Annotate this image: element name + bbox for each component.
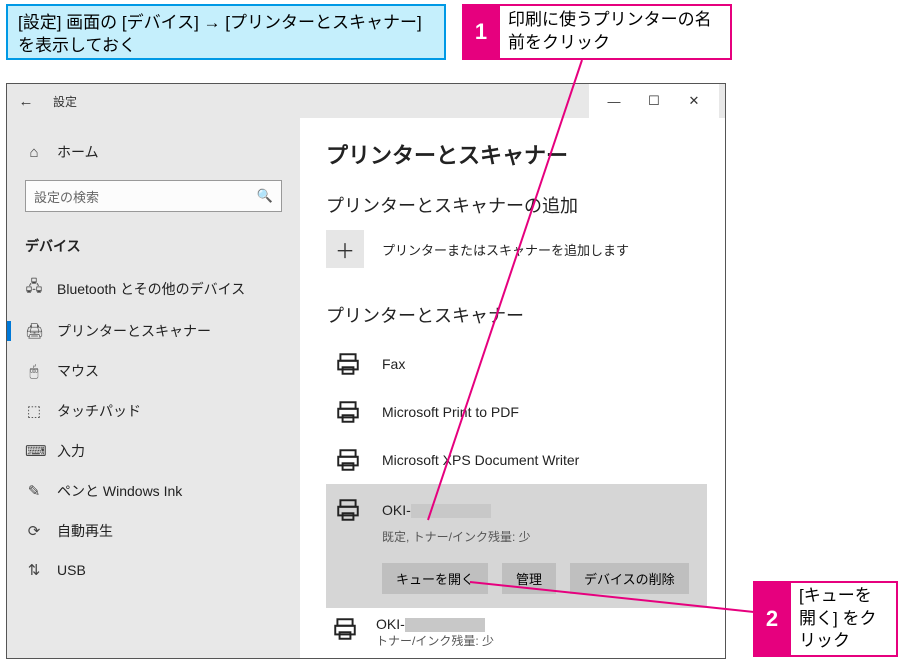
bluetooth-icon: 🖧 (25, 276, 43, 301)
sidebar-item-label: ペンと Windows Ink (57, 481, 182, 501)
callout-step2: 2 [キューを開く] をクリック (753, 581, 898, 657)
sidebar-item-printers[interactable]: 🖨 プリンターとスキャナー (7, 311, 300, 351)
printer-action-row: キューを開く 管理 デバイスの削除 (382, 563, 701, 594)
callout-prep: [設定] 画面の [デバイス] → [プリンターとスキャナー] を表示しておく (6, 4, 446, 60)
main-pane: プリンターとスキャナー プリンターとスキャナーの追加 ＋ プリンターまたはスキャ… (300, 118, 725, 658)
sidebar-item-label: USB (57, 562, 86, 578)
add-button[interactable]: ＋ (326, 230, 364, 268)
sidebar-item-label: 自動再生 (57, 521, 113, 541)
printer-name: OKI- (376, 616, 494, 632)
printer-icon (332, 444, 364, 476)
back-button[interactable]: ← (13, 93, 39, 110)
sidebar: ⌂ ホーム 設定の検索 🔍 デバイス 🖧 Bluetooth とその他のデバイス… (7, 118, 300, 658)
sidebar-group-devices: デバイス (7, 226, 300, 266)
plus-icon: ＋ (335, 235, 355, 264)
sidebar-item-label: プリンターとスキャナー (57, 321, 211, 341)
maximize-button[interactable]: ☐ (637, 93, 671, 109)
sidebar-item-touchpad[interactable]: ⬚ タッチパッド (7, 391, 300, 431)
printer-name: OKI- (382, 502, 491, 518)
printer-name-prefix: OKI- (376, 616, 405, 632)
callout-step1-num: 1 (462, 4, 500, 60)
sidebar-item-label: マウス (57, 361, 99, 381)
page-title: プリンターとスキャナー (326, 138, 707, 170)
printer-status: トナー/インク残量: 少 (376, 632, 494, 649)
printer-status: 既定, トナー/インク残量: 少 (382, 528, 701, 545)
keyboard-icon: ⌨ (25, 442, 43, 460)
add-printer-row[interactable]: ＋ プリンターまたはスキャナーを追加します (326, 230, 707, 268)
sidebar-item-label: 入力 (57, 441, 85, 461)
window-body: ⌂ ホーム 設定の検索 🔍 デバイス 🖧 Bluetooth とその他のデバイス… (7, 118, 725, 658)
usb-icon: ⇅ (25, 561, 43, 579)
printer-item-oki-last[interactable]: OKI- トナー/インク残量: 少 (326, 608, 707, 649)
printer-name: Microsoft XPS Document Writer (382, 452, 579, 468)
section-add-heading: プリンターとスキャナーの追加 (326, 192, 707, 218)
mouse-icon: 🖱 (25, 363, 43, 380)
window-title: 設定 (53, 93, 77, 110)
sidebar-item-bluetooth[interactable]: 🖧 Bluetooth とその他のデバイス (7, 266, 300, 311)
home-icon: ⌂ (25, 144, 43, 161)
pen-icon: ✎ (25, 482, 43, 500)
printer-icon (332, 348, 364, 380)
add-printer-label: プリンターまたはスキャナーを追加します (382, 240, 629, 259)
callout-step2-num: 2 (753, 581, 791, 657)
open-queue-button[interactable]: キューを開く (382, 563, 488, 594)
sidebar-item-label: タッチパッド (57, 401, 141, 421)
printer-icon (332, 396, 364, 428)
printer-icon (332, 616, 358, 645)
touchpad-icon: ⬚ (25, 402, 43, 420)
printer-item-oki-selected[interactable]: OKI- 既定, トナー/インク残量: 少 キューを開く 管理 デバイスの削除 (326, 484, 707, 608)
sidebar-item-label: Bluetooth とその他のデバイス (57, 279, 245, 299)
printer-item-pdf[interactable]: Microsoft Print to PDF (326, 388, 707, 436)
printer-item-fax[interactable]: Fax (326, 340, 707, 388)
sidebar-item-typing[interactable]: ⌨ 入力 (7, 431, 300, 471)
minimize-button[interactable]: — (597, 94, 631, 109)
callout-step1: 1 印刷に使うプリンターの名前をクリック (462, 4, 732, 60)
settings-window: ← 設定 — ☐ ✕ ⌂ ホーム 設定の検索 🔍 デバイス 🖧 Bluetoot… (6, 83, 726, 659)
sidebar-home[interactable]: ⌂ ホーム (7, 132, 300, 172)
printer-name: Fax (382, 356, 405, 372)
sidebar-home-label: ホーム (57, 142, 99, 162)
sidebar-item-usb[interactable]: ⇅ USB (7, 551, 300, 589)
window-controls: — ☐ ✕ (589, 84, 719, 118)
sidebar-item-mouse[interactable]: 🖱 マウス (7, 351, 300, 391)
search-icon: 🔍 (257, 188, 273, 204)
redacted-text (405, 618, 485, 632)
callout-step1-text: 印刷に使うプリンターの名前をクリック (500, 4, 732, 60)
callout-step2-text: [キューを開く] をクリック (791, 581, 898, 657)
titlebar: ← 設定 — ☐ ✕ (7, 84, 725, 118)
redacted-text (411, 504, 491, 518)
printer-name: Microsoft Print to PDF (382, 404, 519, 420)
manage-button[interactable]: 管理 (502, 563, 556, 594)
callout-prep-text: [設定] 画面の [デバイス] → [プリンターとスキャナー] を表示しておく (18, 13, 422, 55)
printer-item-xps[interactable]: Microsoft XPS Document Writer (326, 436, 707, 484)
sidebar-item-pen[interactable]: ✎ ペンと Windows Ink (7, 471, 300, 511)
close-button[interactable]: ✕ (677, 93, 711, 109)
search-input[interactable]: 設定の検索 🔍 (25, 180, 282, 212)
section-list-heading: プリンターとスキャナー (326, 302, 707, 328)
printer-icon: 🖨 (25, 322, 43, 340)
autoplay-icon: ⟳ (25, 522, 43, 540)
sidebar-item-autoplay[interactable]: ⟳ 自動再生 (7, 511, 300, 551)
printer-name-prefix: OKI- (382, 502, 411, 518)
printer-icon (332, 494, 364, 526)
search-placeholder: 設定の検索 (34, 187, 99, 206)
remove-device-button[interactable]: デバイスの削除 (570, 563, 689, 594)
